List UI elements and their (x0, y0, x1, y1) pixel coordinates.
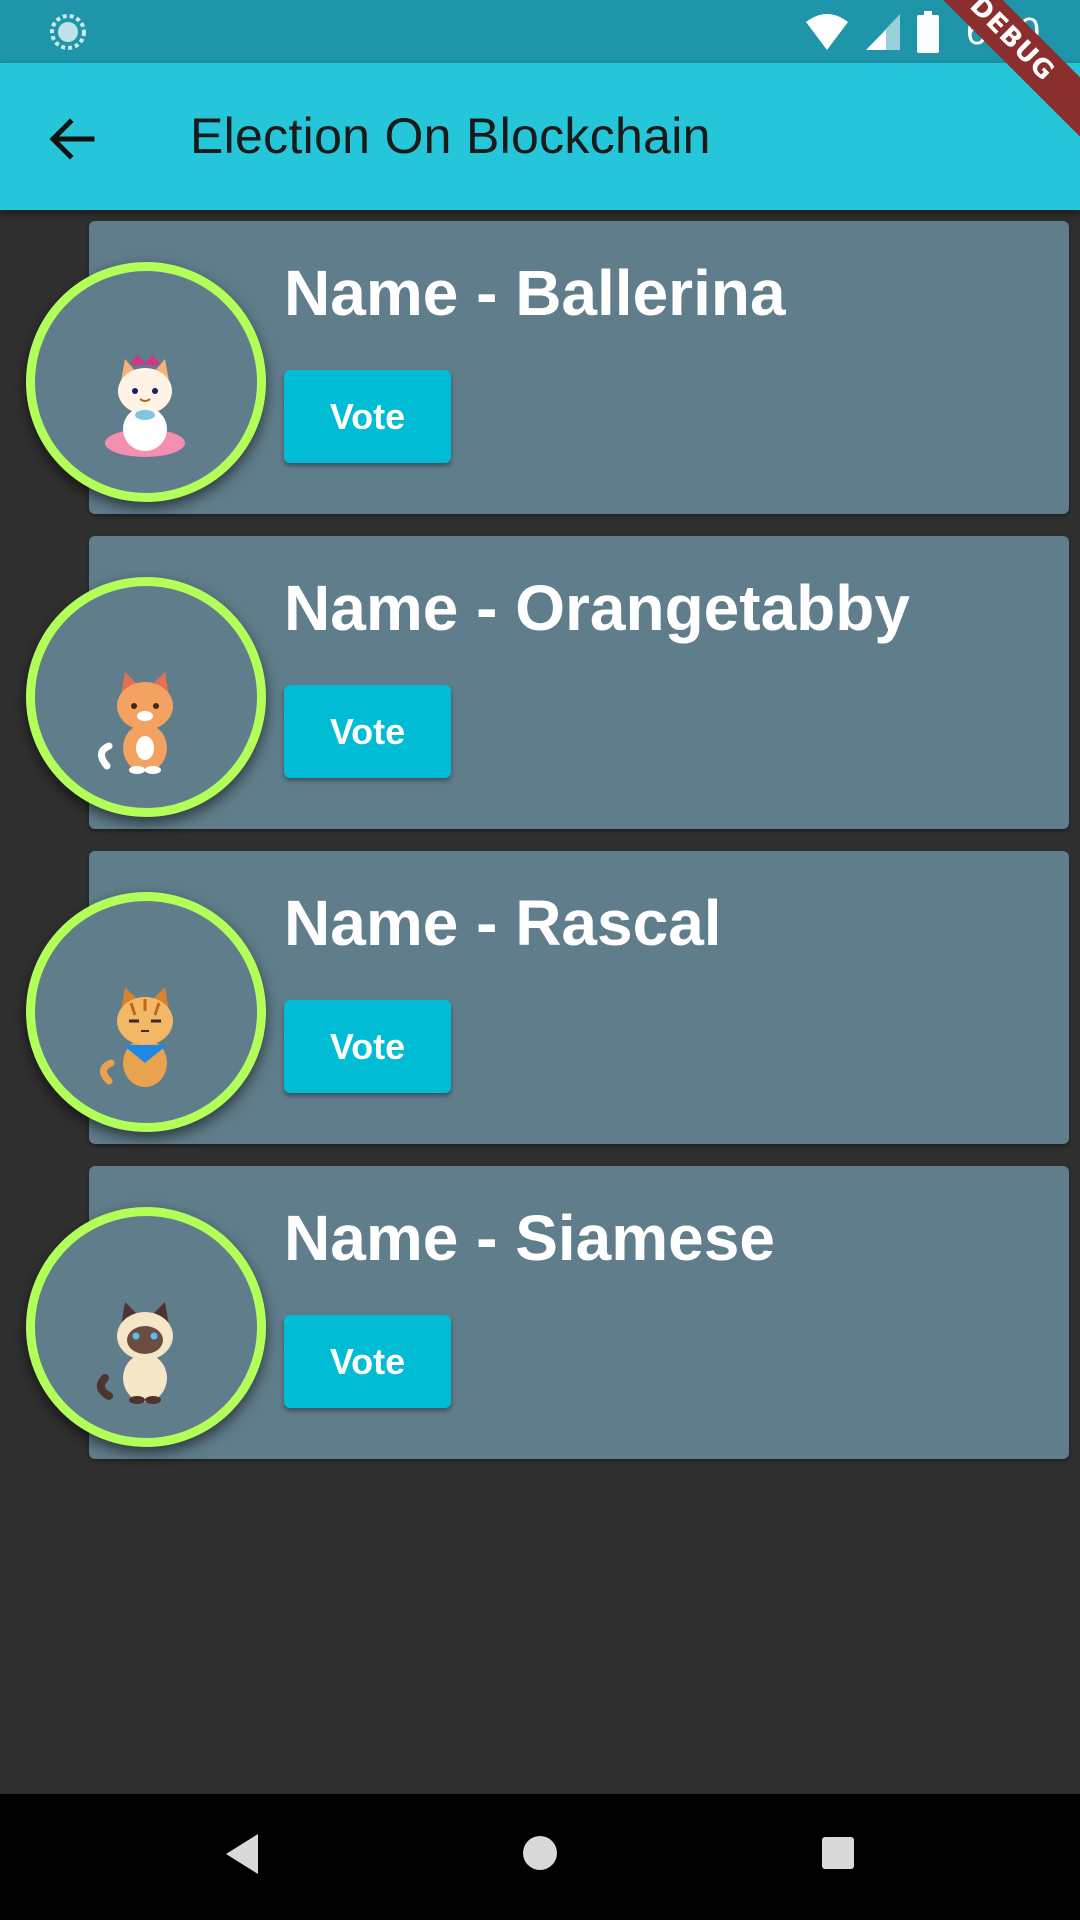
nav-home-icon[interactable] (521, 1834, 559, 1872)
rascal-cat-icon (100, 987, 173, 1087)
candidate-avatar (26, 262, 266, 502)
candidate-name: Name - Siamese (284, 1202, 775, 1274)
candidate-name: Name - Ballerina (284, 257, 786, 329)
sync-icon (50, 14, 86, 50)
vote-button[interactable]: Vote (284, 370, 451, 463)
candidate-name: Name - Rascal (284, 887, 722, 959)
candidate-name: Name - Orangetabby (284, 572, 910, 644)
page-title: Election On Blockchain (190, 108, 711, 164)
signal-icon (866, 14, 901, 50)
wifi-icon (806, 14, 849, 50)
nav-back-icon[interactable] (222, 1832, 262, 1876)
candidate-avatar (26, 1207, 266, 1447)
candidate-row: Name - Rascal Vote (0, 850, 1080, 1165)
candidate-list: Name - Ballerina Vote Name - Orangetabby… (0, 220, 1080, 1480)
battery-icon (917, 11, 940, 53)
siamese-cat-icon (96, 1302, 173, 1404)
candidate-row: Name - Siamese Vote (0, 1165, 1080, 1480)
candidate-avatar (26, 577, 266, 817)
candidate-avatar (26, 892, 266, 1132)
vote-button[interactable]: Vote (284, 1000, 451, 1093)
arrow-back-icon[interactable] (44, 111, 100, 167)
candidate-row: Name - Ballerina Vote (0, 220, 1080, 535)
nav-recents-icon[interactable] (821, 1836, 855, 1870)
candidate-row: Name - Orangetabby Vote (0, 535, 1080, 850)
vote-button[interactable]: Vote (284, 685, 451, 778)
system-nav-bar (0, 1794, 1080, 1920)
orange-tabby-cat-icon (98, 672, 173, 774)
ballerina-cat-icon (105, 355, 185, 457)
vote-button[interactable]: Vote (284, 1315, 451, 1408)
app-bar: Election On Blockchain (0, 63, 1080, 210)
status-bar: 6:30 (0, 0, 1080, 63)
